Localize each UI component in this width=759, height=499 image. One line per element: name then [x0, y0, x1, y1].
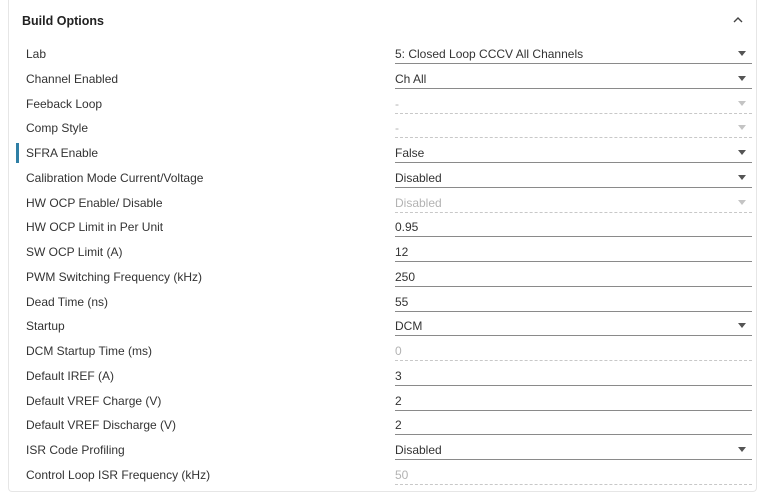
option-label: DCM Startup Time (ms)	[26, 344, 153, 358]
option-value: 12	[395, 245, 409, 259]
option-select[interactable]: Disabled	[395, 166, 752, 188]
dropdown-caret-icon	[738, 199, 746, 205]
option-label: Lab	[26, 47, 47, 61]
option-row: PWM Switching Frequency (kHz) 250	[9, 265, 756, 290]
option-label: Calibration Mode Current/Voltage	[26, 170, 204, 185]
option-value: 0.95	[395, 220, 419, 235]
option-label: SFRA Enable	[26, 146, 99, 160]
option-label: Default VREF Discharge (V)	[26, 418, 177, 433]
option-label: PWM Switching Frequency (kHz)	[26, 269, 203, 284]
option-label: Channel Enabled	[26, 71, 119, 86]
option-value: -	[395, 121, 399, 136]
option-select: -	[395, 116, 752, 139]
option-row: DCM Startup Time (ms) 0	[9, 339, 756, 364]
option-input[interactable]: 0.95	[395, 215, 752, 238]
option-row: Default VREF Charge (V) 2	[9, 389, 756, 414]
option-label: HW OCP Limit in Per Unit	[26, 220, 164, 235]
option-row: Control Loop ISR Frequency (kHz) 50	[9, 463, 756, 488]
option-value: 3	[395, 368, 402, 383]
option-input[interactable]: 3	[395, 364, 752, 386]
option-value: Disabled	[395, 170, 442, 185]
option-label: Dead Time (ns)	[26, 294, 109, 309]
option-value: 2	[395, 393, 402, 408]
option-label: Default IREF (A)	[26, 368, 115, 383]
dropdown-caret-icon	[738, 125, 746, 131]
options-list: Lab 5: Closed Loop CCCV All Channels Chann…	[9, 42, 756, 488]
option-label: Comp Style	[26, 121, 89, 136]
dropdown-caret-icon[interactable]	[738, 447, 746, 452]
option-row: Lab 5: Closed Loop CCCV All Channels	[9, 42, 756, 67]
option-value: Disabled	[395, 443, 442, 457]
build-options-panel: Build Options Lab 5: Closed Loop CCCV All…	[8, 0, 757, 492]
dropdown-caret-icon[interactable]	[738, 323, 746, 329]
option-input[interactable]: 2	[395, 389, 752, 411]
option-input[interactable]: 55	[395, 290, 752, 312]
option-value: 0	[395, 344, 402, 358]
option-row: ISR Code Profiling Disabled	[9, 438, 756, 463]
option-select[interactable]: Ch All	[395, 67, 752, 89]
option-select: Disabled	[395, 191, 752, 213]
option-value: 55	[395, 294, 409, 309]
option-row: SFRA Enable False	[9, 141, 756, 166]
option-row: Channel Enabled Ch All	[9, 67, 756, 92]
option-row: Default IREF (A) 3	[9, 364, 756, 389]
dropdown-caret-icon	[738, 100, 746, 106]
option-select[interactable]: False	[395, 141, 752, 163]
option-value: Disabled	[395, 195, 442, 210]
option-select: -	[395, 92, 752, 114]
option-select[interactable]: DCM	[395, 314, 752, 337]
option-row: Comp Style -	[9, 116, 756, 141]
option-label: Control Loop ISR Frequency (kHz)	[26, 467, 211, 482]
option-value: Ch All	[395, 71, 427, 86]
option-row: Default VREF Discharge (V) 2	[9, 413, 756, 438]
option-row: Feeback Loop -	[9, 92, 756, 117]
option-label: HW OCP Enable/ Disable	[26, 195, 163, 210]
option-select[interactable]: 5: Closed Loop CCCV All Channels	[395, 42, 752, 64]
active-row-indicator	[16, 143, 19, 163]
option-value: 50	[395, 467, 409, 482]
option-select[interactable]: Disabled	[395, 438, 752, 460]
option-row: Dead Time (ns) 55	[9, 290, 756, 315]
option-value: 2	[395, 418, 402, 433]
option-row: SW OCP Limit (A) 12	[9, 240, 756, 265]
option-input[interactable]: 2	[395, 413, 752, 436]
option-label: SW OCP Limit (A)	[26, 245, 123, 259]
dropdown-caret-icon[interactable]	[738, 75, 746, 81]
option-value: 250	[395, 269, 416, 284]
option-row: HW OCP Limit in Per Unit 0.95	[9, 215, 756, 240]
option-input: 50	[395, 463, 752, 485]
option-label: Startup	[26, 319, 65, 334]
option-value: -	[395, 96, 399, 111]
option-row: HW OCP Enable/ Disable Disabled	[9, 191, 756, 216]
option-value: False	[395, 146, 425, 160]
option-row: Startup DCM	[9, 314, 756, 339]
dropdown-caret-icon[interactable]	[738, 150, 746, 155]
option-value: DCM	[395, 319, 423, 334]
option-label: Default VREF Charge (V)	[26, 393, 162, 408]
option-input: 0	[395, 339, 752, 361]
option-label: ISR Code Profiling	[26, 443, 125, 457]
option-value: 5: Closed Loop CCCV All Channels	[395, 47, 584, 61]
dropdown-caret-icon[interactable]	[738, 51, 746, 56]
option-input[interactable]: 12	[395, 240, 752, 262]
panel-header[interactable]: Build Options	[9, 0, 756, 42]
option-label: Feeback Loop	[26, 96, 103, 111]
option-row: Calibration Mode Current/Voltage Disabled	[9, 166, 756, 191]
option-input[interactable]: 250	[395, 265, 752, 287]
panel-title: Build Options	[22, 14, 104, 28]
dropdown-caret-icon[interactable]	[738, 174, 746, 180]
chevron-up-icon[interactable]	[730, 12, 746, 28]
